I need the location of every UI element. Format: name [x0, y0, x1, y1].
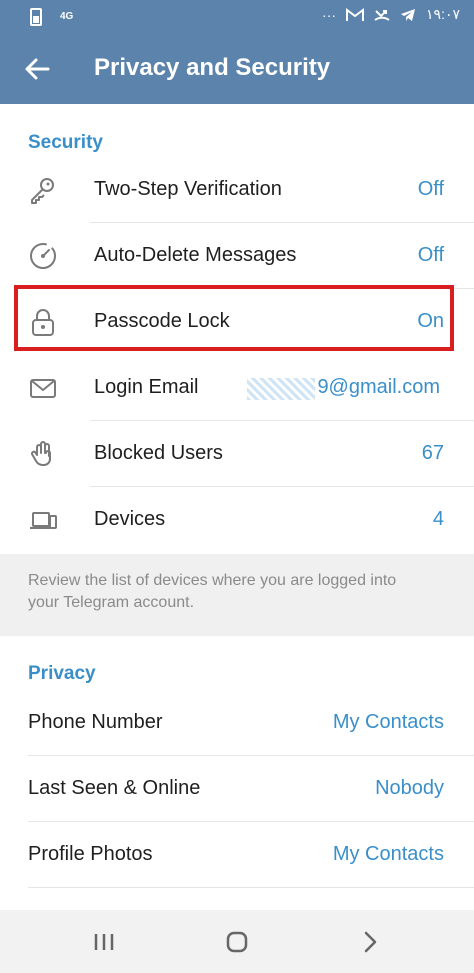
devices-label: Devices	[94, 508, 166, 530]
back-arrow-icon[interactable]	[22, 54, 52, 84]
devices-info-text: Review the list of devices where you are…	[28, 572, 397, 611]
status-bar: 4G ··· ١٩:٠٧	[0, 0, 474, 34]
recent-apps-icon[interactable]	[90, 928, 118, 956]
battery-icon	[30, 8, 42, 26]
more-notifications-icon: ···	[322, 6, 337, 23]
devices-value: 4	[432, 508, 444, 530]
profile-photos-value: My Contacts	[332, 843, 444, 865]
phone-number-label: Phone Number	[28, 711, 163, 733]
mail-icon	[30, 379, 56, 398]
profile-photos-row[interactable]: Profile Photos My Contacts	[0, 822, 474, 888]
home-icon[interactable]	[223, 928, 251, 956]
email-redaction-mask	[247, 378, 315, 400]
devices-info-band: Review the list of devices where you are…	[0, 554, 474, 636]
status-left: 4G	[30, 8, 73, 26]
status-right: ··· ١٩:٠٧	[322, 6, 460, 23]
telegram-icon	[401, 8, 416, 21]
last-seen-row[interactable]: Last Seen & Online Nobody	[0, 756, 474, 822]
section-title-privacy: Privacy	[28, 663, 96, 684]
two-step-verification-label: Two-Step Verification	[94, 178, 282, 200]
devices-icon	[30, 512, 57, 529]
blocked-users-value: 67	[421, 442, 444, 464]
devices-row[interactable]: Devices 4	[0, 487, 474, 553]
hand-icon	[31, 441, 51, 467]
last-seen-label: Last Seen & Online	[28, 777, 201, 799]
login-email-value: 9@gmail.com	[317, 376, 440, 398]
two-step-verification-value: Off	[417, 178, 444, 200]
highlight-box	[14, 285, 454, 351]
section-title-security: Security	[28, 132, 103, 153]
phone-number-row[interactable]: Phone Number My Contacts	[0, 690, 474, 756]
app-bar: Privacy and Security	[0, 34, 474, 104]
back-nav-icon[interactable]	[356, 928, 384, 956]
login-email-label: Login Email	[94, 376, 199, 398]
gmail-icon	[346, 7, 365, 21]
phone-number-value: My Contacts	[332, 711, 444, 733]
system-nav-bar	[0, 910, 474, 973]
network-indicator: 4G	[60, 11, 74, 22]
blocked-users-row[interactable]: Blocked Users 67	[0, 421, 474, 487]
auto-delete-messages-label: Auto-Delete Messages	[94, 244, 297, 266]
two-step-verification-row[interactable]: Two-Step Verification Off	[0, 157, 474, 223]
timer-icon	[30, 243, 56, 269]
auto-delete-messages-value: Off	[417, 244, 444, 266]
missed-call-icon	[374, 9, 390, 21]
key-icon	[31, 178, 54, 204]
auto-delete-messages-row[interactable]: Auto-Delete Messages Off	[0, 223, 474, 289]
divider	[28, 887, 474, 888]
last-seen-value: Nobody	[375, 777, 444, 799]
login-email-row[interactable]: Login Email 9@gmail.com	[0, 355, 474, 421]
clock: ١٩:٠٧	[426, 6, 460, 22]
page-title: Privacy and Security	[94, 54, 331, 81]
profile-photos-label: Profile Photos	[28, 843, 153, 865]
blocked-users-label: Blocked Users	[94, 442, 223, 464]
